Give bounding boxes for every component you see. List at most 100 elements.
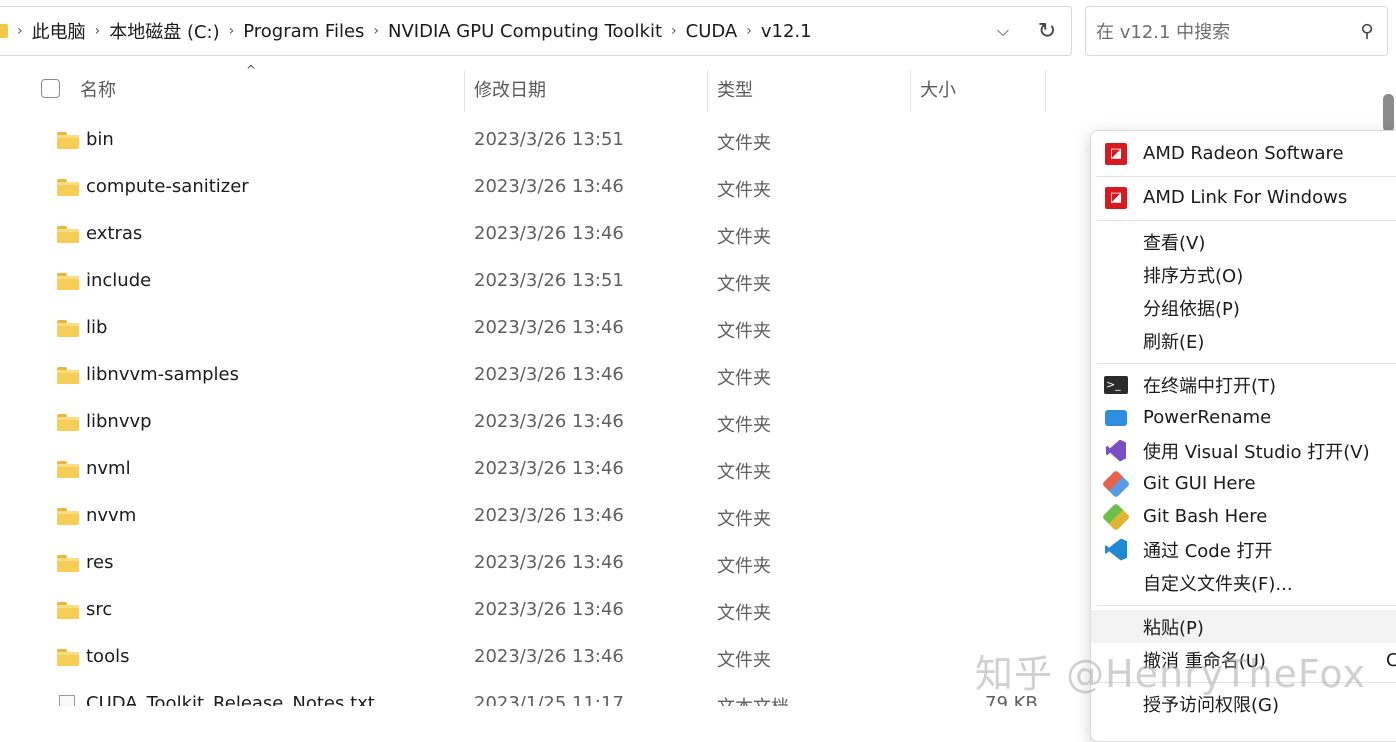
menu-item-label: 自定义文件夹(F)... — [1143, 573, 1293, 595]
folder-icon — [57, 461, 79, 478]
menu-item-label: 粘贴(P) — [1143, 617, 1204, 639]
folder-icon — [57, 226, 79, 243]
column-header-row: 名称 修改日期 类型 大小 — [0, 66, 1050, 112]
menu-item-label: 排序方式(O) — [1143, 265, 1244, 287]
search-box[interactable]: 在 v12.1 中搜索 ⚲ — [1085, 6, 1388, 56]
file-date: 2023/3/26 13:46 — [474, 505, 624, 526]
chevron-right-icon: › — [94, 23, 101, 39]
breadcrumb-program-files[interactable]: Program Files — [243, 21, 364, 42]
column-header-size[interactable]: 大小 — [920, 66, 956, 112]
breadcrumb-nvidia-toolkit[interactable]: NVIDIA GPU Computing Toolkit — [388, 21, 662, 42]
chevron-right-icon: › — [671, 23, 677, 39]
file-row-libnvvp[interactable]: libnvvp 2023/3/26 13:46 文件夹 — [0, 400, 1085, 447]
column-header-name[interactable]: 名称 — [80, 66, 116, 112]
vscode-icon — [1103, 537, 1129, 563]
search-input[interactable]: 在 v12.1 中搜索 — [1096, 18, 1347, 44]
file-date: 2023/3/26 13:46 — [474, 411, 624, 432]
folder-icon — [57, 555, 79, 572]
file-row-tools[interactable]: tools 2023/3/26 13:46 文件夹 — [0, 635, 1085, 682]
breadcrumb-cuda[interactable]: CUDA — [686, 21, 738, 42]
file-name: libnvvm-samples — [86, 364, 239, 385]
menu-item-amd-link[interactable]: ◪ AMD Link For Windows — [1091, 181, 1396, 214]
menu-item-label: PowerRename — [1143, 407, 1272, 428]
menu-item-sort[interactable]: 排序方式(O) — [1091, 258, 1396, 291]
file-type: 文件夹 — [717, 650, 771, 671]
menu-item-refresh[interactable]: 刷新(E) — [1091, 324, 1396, 357]
column-divider[interactable] — [910, 70, 911, 112]
terminal-icon: >_ — [1103, 372, 1129, 398]
menu-item-paste[interactable]: 粘贴(P) — [1091, 610, 1396, 643]
file-row-lib[interactable]: lib 2023/3/26 13:46 文件夹 — [0, 306, 1085, 353]
menu-item-label: 使用 Visual Studio 打开(V) — [1143, 441, 1370, 463]
file-date: 2023/3/26 13:46 — [474, 176, 624, 197]
scrollbar-thumb[interactable] — [1383, 94, 1394, 132]
folder-icon — [0, 24, 8, 38]
file-name: extras — [86, 223, 143, 244]
file-name: res — [86, 552, 114, 573]
history-dropdown-icon[interactable]: ⌵ — [983, 21, 1023, 41]
amd-logo-icon: ◪ — [1103, 141, 1129, 167]
column-header-type[interactable]: 类型 — [717, 66, 753, 112]
breadcrumb-local-disk[interactable]: 本地磁盘 (C:) — [109, 18, 219, 44]
file-name: tools — [86, 646, 130, 667]
chevron-right-icon: › — [17, 23, 23, 39]
file-row-bin[interactable]: bin 2023/3/26 13:51 文件夹 — [0, 118, 1085, 165]
menu-item-label: Git GUI Here — [1143, 473, 1256, 494]
file-row-res[interactable]: res 2023/3/26 13:46 文件夹 — [0, 541, 1085, 588]
menu-item-label: AMD Radeon Software — [1143, 143, 1344, 164]
file-row-include[interactable]: include 2023/3/26 13:51 文件夹 — [0, 259, 1085, 306]
file-row-nvml[interactable]: nvml 2023/3/26 13:46 文件夹 — [0, 447, 1085, 494]
menu-item-open-with-code[interactable]: 通过 Code 打开 — [1091, 533, 1396, 566]
chevron-right-icon: › — [228, 23, 235, 39]
menu-item-visual-studio[interactable]: 使用 Visual Studio 打开(V) — [1091, 434, 1396, 467]
menu-separator — [1097, 363, 1396, 364]
refresh-icon[interactable]: ↻ — [1023, 19, 1071, 44]
file-date: 2023/3/26 13:46 — [474, 458, 624, 479]
file-name: nvml — [86, 458, 131, 479]
column-divider[interactable] — [464, 70, 465, 112]
breadcrumb-v12-1[interactable]: v12.1 — [761, 21, 812, 42]
breadcrumb-this-pc[interactable]: 此电脑 — [32, 18, 86, 44]
menu-item-label: Git Bash Here — [1143, 506, 1268, 527]
menu-item-amd-radeon[interactable]: ◪ AMD Radeon Software — [1091, 137, 1396, 170]
file-type: 文件夹 — [717, 227, 771, 248]
file-type: 文件夹 — [717, 415, 771, 436]
file-name: include — [86, 270, 152, 291]
file-date: 2023/3/26 13:51 — [474, 270, 624, 291]
menu-item-open-terminal[interactable]: >_ 在终端中打开(T) — [1091, 368, 1396, 401]
file-type: 文件夹 — [717, 556, 771, 577]
file-row-compute-sanitizer[interactable]: compute-sanitizer 2023/3/26 13:46 文件夹 — [0, 165, 1085, 212]
folder-icon — [57, 273, 79, 290]
menu-item-group[interactable]: 分组依据(P) — [1091, 291, 1396, 324]
menu-item-label: 在终端中打开(T) — [1143, 375, 1277, 397]
menu-separator — [1097, 220, 1396, 221]
file-type: 文件夹 — [717, 368, 771, 389]
breadcrumb: › 此电脑 › 本地磁盘 (C:) › Program Files › NVID… — [8, 18, 812, 44]
menu-item-customize-folder[interactable]: 自定义文件夹(F)... — [1091, 566, 1396, 599]
file-row-nvvm[interactable]: nvvm 2023/3/26 13:46 文件夹 — [0, 494, 1085, 541]
amd-logo-icon: ◪ — [1103, 185, 1129, 211]
file-name: bin — [86, 129, 114, 150]
file-row-extras[interactable]: extras 2023/3/26 13:46 文件夹 — [0, 212, 1085, 259]
column-divider[interactable] — [1045, 70, 1046, 112]
file-row-libnvvm-samples[interactable]: libnvvm-samples 2023/3/26 13:46 文件夹 — [0, 353, 1085, 400]
folder-icon — [57, 414, 79, 431]
folder-icon — [57, 132, 79, 149]
address-bar[interactable]: › 此电脑 › 本地磁盘 (C:) › Program Files › NVID… — [0, 6, 1072, 56]
file-date: 2023/3/26 13:46 — [474, 599, 624, 620]
search-icon[interactable]: ⚲ — [1347, 21, 1387, 42]
menu-item-label: 查看(V) — [1143, 232, 1206, 254]
column-divider[interactable] — [707, 70, 708, 112]
menu-item-label: 分组依据(P) — [1143, 298, 1240, 320]
file-row-src[interactable]: src 2023/3/26 13:46 文件夹 — [0, 588, 1085, 635]
menu-item-powerrename[interactable]: PowerRename — [1091, 401, 1396, 434]
visual-studio-icon — [1103, 438, 1129, 464]
file-type: 文件夹 — [717, 321, 771, 342]
file-type: 文件夹 — [717, 603, 771, 624]
file-date: 2023/3/26 13:46 — [474, 646, 624, 667]
menu-item-git-gui[interactable]: Git GUI Here — [1091, 467, 1396, 500]
column-header-date[interactable]: 修改日期 — [474, 66, 546, 112]
menu-item-git-bash[interactable]: Git Bash Here — [1091, 500, 1396, 533]
file-name: nvvm — [86, 505, 137, 526]
menu-item-view[interactable]: 查看(V) — [1091, 225, 1396, 258]
